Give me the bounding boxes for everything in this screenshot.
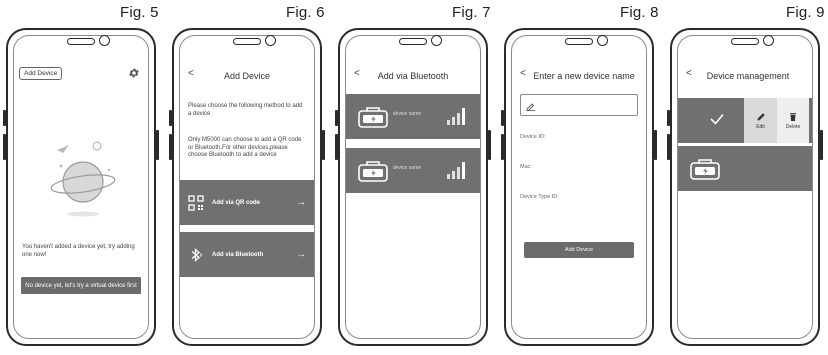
screen: < Enter a new device name Device ID: Mac…: [511, 35, 647, 339]
figure-label-9: Fig. 9: [786, 4, 825, 21]
bluetooth-device-item[interactable]: device name: [346, 94, 480, 139]
pen-icon: [526, 103, 535, 111]
speaker-notch: [233, 38, 261, 45]
gear-icon[interactable]: [128, 67, 140, 79]
edit-label: Edit: [756, 123, 765, 130]
phone-side-button: [667, 110, 670, 126]
virtual-device-button[interactable]: No device yet, let's try a virtual devic…: [21, 277, 141, 294]
arrow-right-icon: →: [296, 197, 306, 208]
page-title: Enter a new device name: [533, 71, 635, 81]
phone-fig9: < Device management Edit Delete: [667, 28, 823, 346]
device-battery-icon: [358, 107, 388, 128]
device-name: device name: [392, 111, 422, 117]
edit-button[interactable]: Edit: [744, 98, 777, 143]
device-battery-icon: [690, 159, 720, 180]
phone-side-button: [169, 134, 172, 160]
screen: < Add via Bluetooth device name device n…: [345, 35, 481, 339]
page-title: Add Device: [223, 71, 271, 81]
empty-state-text: You haven't added a device yet, try addi…: [22, 244, 135, 258]
device-battery-icon: [358, 161, 388, 182]
device-name-input[interactable]: [520, 94, 638, 116]
figure-label-7: Fig. 7: [452, 4, 491, 21]
phone-side-button: [3, 134, 6, 160]
page-title: Add via Bluetooth: [377, 71, 449, 81]
phone-fig5: Add Device You haven't added a device ye…: [3, 28, 159, 346]
trash-icon: [790, 112, 796, 121]
screen: < Device management Edit Delete: [677, 35, 813, 339]
qr-label: Add via QR code: [212, 199, 261, 206]
speaker-notch: [67, 38, 95, 45]
screen: < Add Device Please choose the following…: [179, 35, 315, 339]
phone-side-button: [667, 134, 670, 160]
add-device-button[interactable]: Add Device: [19, 67, 63, 80]
phone-fig6: < Add Device Please choose the following…: [169, 28, 325, 346]
figure-label-8: Fig. 8: [620, 4, 659, 21]
device-item[interactable]: [678, 146, 812, 191]
figure-label-6: Fig. 6: [286, 4, 325, 21]
phone-fig7: < Add via Bluetooth device name device n…: [335, 28, 491, 346]
phone-side-button: [335, 110, 338, 126]
signal-strength-icon: [447, 108, 465, 125]
camera-icon: [763, 35, 774, 46]
qr-code-icon: [188, 194, 204, 211]
camera-icon: [265, 35, 276, 46]
note-text: Only M5000 can choose to add a QR code o…: [188, 137, 302, 158]
bluetooth-icon: [191, 247, 202, 262]
device-type-id-label: Device Type ID:: [520, 194, 559, 200]
device-name: device name: [392, 165, 422, 171]
delete-button[interactable]: Delete: [777, 98, 809, 143]
bluetooth-device-item[interactable]: device name: [346, 148, 480, 193]
figure-label-5: Fig. 5: [120, 4, 159, 21]
phone-fig8: < Enter a new device name Device ID: Mac…: [501, 28, 657, 346]
phone-side-button: [3, 110, 6, 126]
camera-icon: [99, 35, 110, 46]
phone-side-button: [654, 130, 657, 160]
add-device-button[interactable]: Add Device: [524, 242, 634, 258]
phone-side-button: [820, 130, 823, 160]
camera-icon: [597, 35, 608, 46]
phone-side-button: [501, 134, 504, 160]
page-title: Device management: [706, 71, 790, 81]
arrow-right-icon: →: [296, 249, 306, 260]
mac-label: Mac:: [520, 164, 532, 170]
camera-icon: [431, 35, 442, 46]
add-via-bluetooth-button[interactable]: Add via Bluetooth →: [180, 232, 314, 277]
screen: Add Device You haven't added a device ye…: [13, 35, 149, 339]
bluetooth-label: Add via Bluetooth: [212, 251, 264, 258]
phone-side-button: [335, 134, 338, 160]
phone-side-button: [322, 130, 325, 160]
speaker-notch: [565, 38, 593, 45]
add-via-qr-button[interactable]: Add via QR code →: [180, 180, 314, 225]
instruction-text: Please choose the following method to ad…: [188, 103, 303, 117]
device-id-label: Device ID:: [520, 134, 546, 140]
speaker-notch: [731, 38, 759, 45]
empty-planet-illustration: [50, 141, 116, 217]
check-icon: [710, 113, 724, 125]
phone-side-button: [169, 110, 172, 126]
pencil-icon: [757, 112, 765, 120]
signal-strength-icon: [447, 162, 465, 179]
delete-label: Delete: [785, 123, 801, 130]
speaker-notch: [399, 38, 427, 45]
phone-side-button: [488, 130, 491, 160]
phone-side-button: [156, 130, 159, 160]
phone-side-button: [501, 110, 504, 126]
